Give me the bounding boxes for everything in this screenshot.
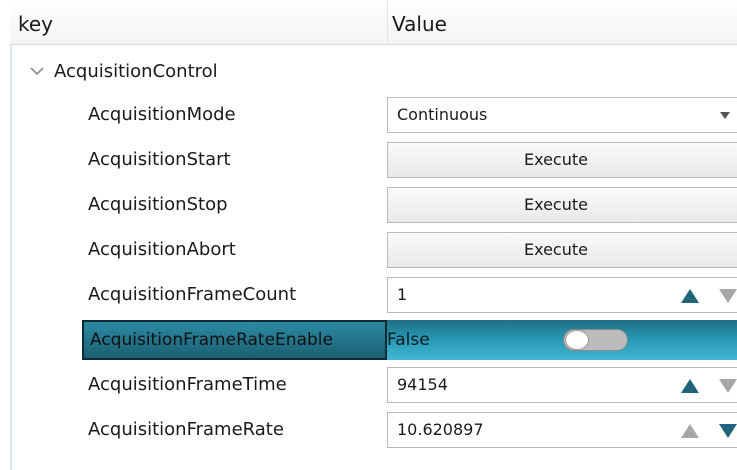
property-name: AcquisitionFrameRate (88, 419, 284, 440)
row-acquisition-stop: AcquisitionStop Execute (0, 185, 737, 225)
acquisition-start-execute-button[interactable]: Execute (387, 142, 737, 178)
row-acquisition-frame-count: AcquisitionFrameCount 1 (0, 275, 737, 315)
value-column-header[interactable]: Value (392, 12, 447, 36)
toggle-value-text: False (387, 330, 430, 350)
key-column-header[interactable]: key (18, 12, 53, 36)
row-acquisition-frame-rate: AcquisitionFrameRate 10.620897 (0, 410, 737, 450)
group-acquisition-control[interactable]: AcquisitionControl (30, 56, 218, 86)
property-name: AcquisitionAbort (88, 239, 236, 260)
spin-down-arrow-icon[interactable] (719, 289, 737, 303)
spin-down-arrow-icon[interactable] (719, 424, 737, 438)
dropdown-arrow-icon[interactable] (720, 112, 730, 120)
toggle-value-cell: False (387, 320, 737, 360)
property-name: AcquisitionStop (88, 194, 228, 215)
spin-down-arrow-icon[interactable] (719, 379, 737, 393)
row-acquisition-abort: AcquisitionAbort Execute (0, 230, 737, 270)
property-name: AcquisitionMode (88, 104, 236, 125)
row-acquisition-mode: AcquisitionMode Continuous (0, 95, 737, 135)
spin-up-arrow-icon[interactable] (681, 379, 699, 393)
property-grid-header: key Value (10, 0, 737, 45)
column-separator[interactable] (387, 0, 388, 44)
button-label: Execute (524, 240, 588, 259)
frame-count-spinbox[interactable]: 1 (387, 277, 737, 313)
spin-up-arrow-icon[interactable] (681, 424, 699, 438)
chevron-down-icon[interactable] (30, 64, 44, 78)
property-name: AcquisitionFrameCount (88, 284, 297, 305)
frame-rate-enable-toggle-switch[interactable] (563, 329, 628, 351)
button-label: Execute (524, 150, 588, 169)
spin-value: 10.620897 (397, 420, 484, 439)
button-label: Execute (524, 195, 588, 214)
frame-time-spinbox[interactable]: 94154 (387, 367, 737, 403)
row-acquisition-start: AcquisitionStart Execute (0, 140, 737, 180)
combo-value: Continuous (397, 105, 488, 124)
spin-up-arrow-icon[interactable] (681, 289, 699, 303)
acquisition-stop-execute-button[interactable]: Execute (387, 187, 737, 223)
acquisition-abort-execute-button[interactable]: Execute (387, 232, 737, 268)
acquisition-mode-combobox[interactable]: Continuous (387, 97, 737, 133)
spin-value: 1 (397, 285, 408, 304)
group-label: AcquisitionControl (54, 60, 218, 82)
toggle-knob[interactable] (566, 331, 588, 349)
row-acquisition-frame-time: AcquisitionFrameTime 94154 (0, 365, 737, 405)
property-name-selected: AcquisitionFrameRateEnable (82, 320, 387, 360)
spin-value: 94154 (397, 375, 448, 394)
frame-rate-spinbox[interactable]: 10.620897 (387, 412, 737, 448)
row-acquisition-frame-rate-enable[interactable]: AcquisitionFrameRateEnable False (0, 320, 737, 360)
property-name: AcquisitionStart (88, 149, 231, 170)
property-name: AcquisitionFrameTime (88, 374, 287, 395)
